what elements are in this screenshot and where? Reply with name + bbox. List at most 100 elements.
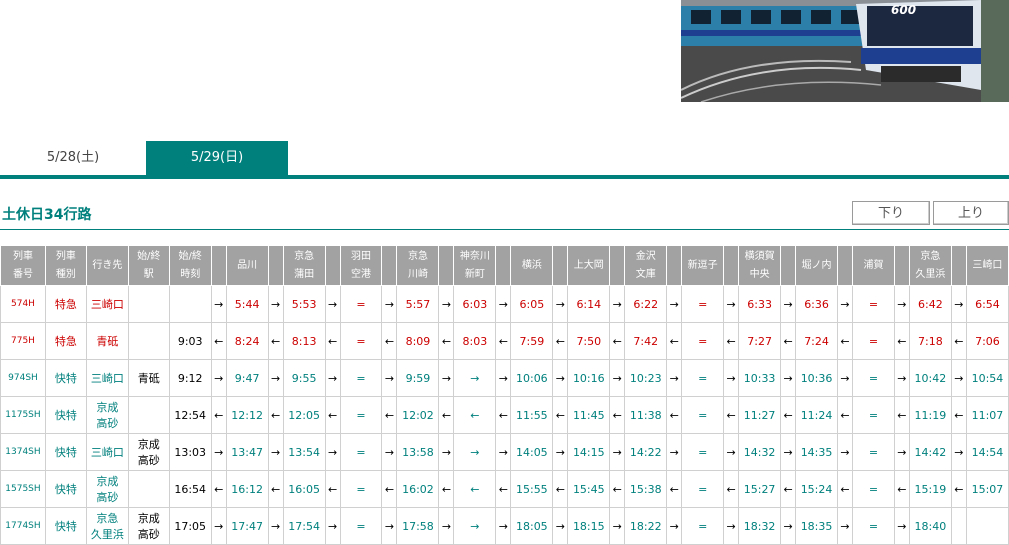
direction-arrow: →: [552, 433, 569, 471]
station-time: 13:54: [282, 433, 326, 471]
direction-arrow: →: [552, 507, 569, 545]
train-number[interactable]: 1374SH: [0, 433, 46, 471]
station-time: 15:45: [567, 470, 611, 508]
station-time: 10:06: [510, 359, 554, 397]
train-type: 快特: [44, 433, 87, 471]
table-row: 1774SH 快特 京急 久里浜 京成 高砂 17:05 → 17:47 → 17:54 → = → 17:…: [0, 507, 1009, 545]
tab-5-28[interactable]: 5/28(土): [0, 141, 146, 175]
train-number[interactable]: 1175SH: [0, 396, 46, 434]
route-title: 土休日34行路: [2, 207, 92, 223]
station-time: =: [852, 470, 895, 508]
column-header: [324, 245, 341, 286]
direction-arrow: ←: [267, 396, 284, 434]
direction-arrow: ←: [950, 396, 967, 434]
column-header-label: 京急: [920, 250, 941, 262]
direction-arrow: ←: [324, 470, 341, 508]
direction-arrow: →: [381, 285, 398, 323]
train-photo-image: 600: [681, 0, 1009, 102]
train-number[interactable]: 775H: [0, 322, 46, 360]
station-time: 8:09: [396, 322, 440, 360]
direction-arrow: ←: [381, 470, 398, 508]
station-time: =: [681, 507, 725, 545]
column-header: 金沢 文庫: [624, 245, 668, 286]
station-time: 11:38: [624, 396, 668, 434]
column-header-label: 行き先: [92, 259, 123, 271]
column-header-label: 横浜: [521, 259, 542, 271]
station-time: 10:23: [624, 359, 668, 397]
down-button[interactable]: 下り: [852, 201, 930, 225]
direction-arrow: ←: [267, 322, 284, 360]
direction-arrow: →: [666, 285, 683, 323]
up-button[interactable]: 上り: [933, 201, 1009, 225]
table-row: 1575SH 快特 京成 高砂 16:54 ← 16:12 ← 16:05 ← = ← 16:02 ← ← ←…: [0, 470, 1009, 508]
column-header: 始/終 時刻: [168, 245, 212, 286]
station-time: ←: [453, 396, 497, 434]
station-time: 13:58: [396, 433, 440, 471]
column-header: 横須賀 中央: [738, 245, 782, 286]
direction-arrow: →: [950, 433, 967, 471]
column-header-label: 川崎: [407, 268, 428, 280]
column-header-label: 神奈川: [459, 250, 490, 262]
direction-arrow: ←: [381, 322, 398, 360]
origin-end-time: 9:03: [168, 322, 212, 360]
title-divider: [0, 229, 1009, 230]
station-time: =: [339, 433, 383, 471]
station-time: 7:24: [795, 322, 839, 360]
station-time: 14:35: [795, 433, 839, 471]
train-type: 特急: [44, 285, 87, 323]
direction-arrow: ←: [780, 470, 797, 508]
train-type: 快特: [44, 396, 87, 434]
station-time: 12:05: [282, 396, 326, 434]
origin-end-time: 13:03: [168, 433, 212, 471]
column-header-label: 中央: [749, 268, 770, 280]
column-header: 上大岡: [567, 245, 611, 286]
station-time: 11:55: [510, 396, 554, 434]
column-header: 始/終駅: [127, 245, 170, 286]
station-time: 9:55: [282, 359, 326, 397]
column-header: 列車 種別: [44, 245, 87, 286]
column-header-label: 羽田: [351, 250, 372, 262]
tab-underline: [0, 175, 1009, 179]
column-header: [210, 245, 227, 286]
column-header: [950, 245, 967, 286]
column-header: [837, 245, 854, 286]
direction-arrow: →: [666, 433, 683, 471]
direction-arrow: →: [210, 507, 227, 545]
station-time: 10:16: [567, 359, 611, 397]
column-header: 横浜: [510, 245, 554, 286]
direction-arrow: →: [609, 433, 626, 471]
train-number[interactable]: 974SH: [0, 359, 46, 397]
direction-arrow: →: [837, 359, 854, 397]
direction-arrow: →: [837, 433, 854, 471]
column-header-label: 金沢: [635, 250, 656, 262]
direction-arrow: →: [893, 433, 910, 471]
direction-arrow: ←: [381, 396, 398, 434]
table-row: 974SH 快特 三崎口 青砥 9:12 → 9:47 → 9:55 → = → 9:59 → → → 10:0…: [0, 359, 1009, 397]
origin-end-time: 12:54: [168, 396, 212, 434]
station-time: 5:57: [396, 285, 440, 323]
column-header: [381, 245, 398, 286]
column-header-label: 駅: [143, 268, 154, 280]
train-number[interactable]: 1575SH: [0, 470, 46, 508]
column-header: [780, 245, 797, 286]
tab-5-29[interactable]: 5/29(日): [146, 141, 288, 175]
direction-arrow: →: [893, 507, 910, 545]
direction-arrow: →: [210, 433, 227, 471]
origin-end-station: [127, 396, 170, 434]
station-time: =: [339, 285, 383, 323]
train-number[interactable]: 574H: [0, 285, 46, 323]
train-number[interactable]: 1774SH: [0, 507, 46, 545]
direction-arrow: ←: [438, 396, 455, 434]
column-header: 神奈川 新町: [453, 245, 497, 286]
station-time: 18:40: [908, 507, 952, 545]
destination: 京成 高砂: [85, 396, 129, 434]
column-header: 行き先: [85, 245, 129, 286]
direction-arrow: ←: [666, 470, 683, 508]
direction-arrow: ←: [495, 470, 512, 508]
station-time: 14:32: [738, 433, 782, 471]
column-header: [609, 245, 626, 286]
station-time: 15:07: [965, 470, 1009, 508]
direction-arrow: [950, 507, 967, 545]
station-time: 6:22: [624, 285, 668, 323]
column-header: 京急 久里浜: [908, 245, 952, 286]
